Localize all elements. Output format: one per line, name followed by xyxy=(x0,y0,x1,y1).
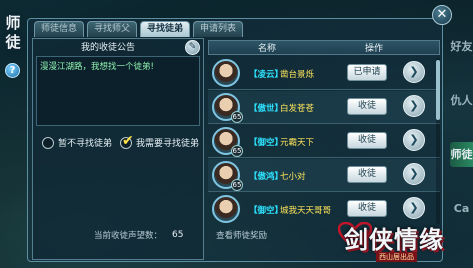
pencil-icon[interactable]: ✎ xyxy=(185,40,200,55)
chevron-right-icon[interactable]: ❯ xyxy=(403,95,425,117)
level-badge: 65 xyxy=(231,145,243,157)
applied-button[interactable]: 已申请 xyxy=(347,64,387,81)
radio-seeking[interactable]: ✔ xyxy=(120,133,134,149)
notice-title: 我的收徒公告 xyxy=(80,43,135,53)
option-seeking[interactable]: ✔ 我需要寻找徒弟 xyxy=(120,133,200,149)
server-tag: 【御空】 xyxy=(249,206,284,216)
server-tag: 【傲世】 xyxy=(249,104,284,114)
side-tab-other[interactable]: Ca xyxy=(450,202,473,215)
count-value: 65 xyxy=(172,230,184,240)
reputation-count: 当前收徒声望数： 65 xyxy=(94,229,183,241)
checkmark-icon: ✔ xyxy=(122,132,134,149)
game-logo-subtitle: 西山居出品 xyxy=(376,252,417,262)
side-tab-mentorship[interactable]: 师徒 xyxy=(450,142,473,167)
radio-not-seeking[interactable] xyxy=(42,136,54,149)
chevron-right-icon[interactable]: ❯ xyxy=(403,129,425,151)
player-name: 七小对 xyxy=(280,172,306,182)
list-row: 【凌云】 凿台景烁 已申请 ❯ xyxy=(208,57,440,90)
option-not-seeking-label: 暂不寻找徒弟 xyxy=(58,139,113,149)
game-logo: 剑侠情缘 xyxy=(344,225,444,254)
side-tab-enemies[interactable]: 仇人 xyxy=(450,94,473,107)
list-row: 65 【傲鸿】 七小对 收徒 ❯ xyxy=(208,159,440,192)
player-name: 凿台景烁 xyxy=(280,70,315,80)
player-list: 【凌云】 凿台景烁 已申请 ❯ 65 【傲世】 白发苍苍 收徒 ❯ 65 【御空… xyxy=(208,57,440,225)
tab-application-list[interactable]: 申请列表 xyxy=(193,21,244,37)
accept-apprentice-button[interactable]: 收徒 xyxy=(347,200,387,217)
header-name: 名称 xyxy=(258,44,277,54)
server-tag: 【傲鸿】 xyxy=(249,172,284,182)
help-icon[interactable]: ? xyxy=(5,63,20,78)
accept-apprentice-button[interactable]: 收徒 xyxy=(347,166,387,183)
avatar xyxy=(212,195,240,223)
player-name: 元霸天下 xyxy=(280,138,315,148)
tab-find-master[interactable]: 寻找师父 xyxy=(87,21,138,37)
window-title-char: 师 xyxy=(5,14,21,32)
window-title-char: 徒 xyxy=(5,33,21,51)
count-label: 当前收徒声望数： xyxy=(94,231,163,241)
level-badge: 65 xyxy=(231,111,243,123)
side-tab-friends[interactable]: 好友 xyxy=(450,40,473,53)
list-row: 65 【傲世】 白发苍苍 收徒 ❯ xyxy=(208,91,440,124)
close-button[interactable]: ✕ xyxy=(432,5,452,25)
level-badge: 65 xyxy=(231,179,243,191)
scrollbar-thumb[interactable] xyxy=(436,60,440,120)
server-tag: 【御空】 xyxy=(249,138,284,148)
header-action: 操作 xyxy=(365,44,384,54)
avatar xyxy=(212,59,240,87)
chevron-right-icon[interactable]: ❯ xyxy=(403,61,425,83)
tab-find-apprentice[interactable]: 寻找徒弟 xyxy=(140,21,191,37)
tab-mentor-info[interactable]: 师徒信息 xyxy=(34,21,85,37)
mentor-reward-link[interactable]: 查看师徒奖励 xyxy=(216,229,267,241)
player-name: 白发苍苍 xyxy=(280,104,315,114)
list-row: 65 【御空】 元霸天下 收徒 ❯ xyxy=(208,125,440,158)
tab-bar: 师徒信息 寻找师父 寻找徒弟 申请列表 xyxy=(34,21,244,37)
option-seeking-label: 我需要寻找徒弟 xyxy=(136,139,200,149)
option-not-seeking[interactable]: 暂不寻找徒弟 xyxy=(42,136,112,149)
server-tag: 【凌云】 xyxy=(249,70,284,80)
window-title: 师 徒 xyxy=(3,14,23,52)
chevron-right-icon[interactable]: ❯ xyxy=(403,163,425,185)
player-name: 城我天天哥哥 xyxy=(280,206,332,216)
accept-apprentice-button[interactable]: 收徒 xyxy=(347,132,387,149)
chevron-right-icon[interactable]: ❯ xyxy=(403,197,425,219)
list-header xyxy=(208,40,440,55)
notice-text: 漫漫江湖路，我想找一个徒弟! xyxy=(40,62,154,72)
accept-apprentice-button[interactable]: 收徒 xyxy=(347,98,387,115)
